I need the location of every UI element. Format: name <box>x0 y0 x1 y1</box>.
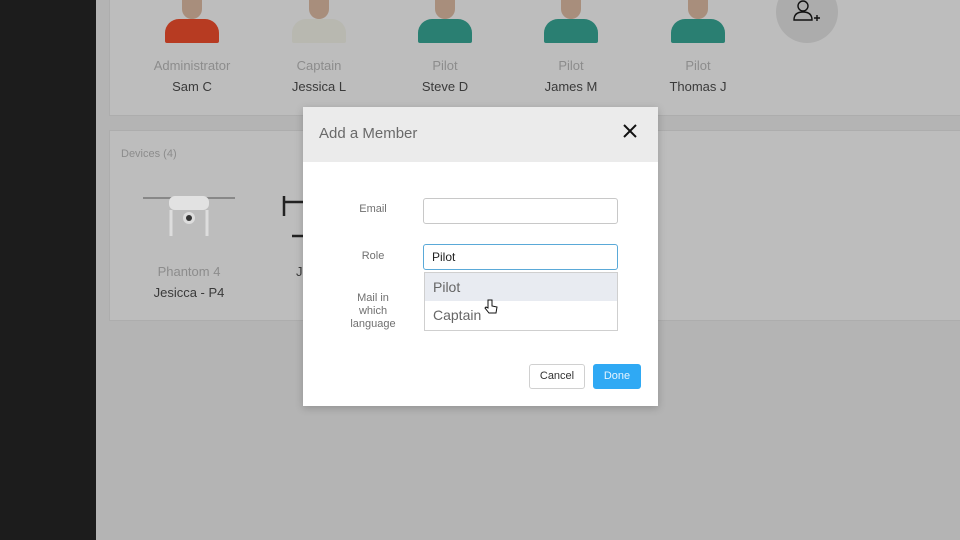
member-role: Pilot <box>685 58 711 73</box>
member-item[interactable]: Administrator Sam C <box>132 0 252 94</box>
devices-title: Devices (4) <box>121 148 177 160</box>
role-label: Role <box>361 250 385 262</box>
members-card: Administrator Sam C Captain Jessica L Pi… <box>109 0 960 116</box>
role-option-pilot[interactable]: Pilot <box>425 273 617 301</box>
add-member-dialog: Add a Member Email Role Pilot Mail in wh… <box>303 107 658 406</box>
role-option-captain[interactable]: Captain <box>425 301 617 329</box>
dialog-title: Add a Member <box>319 125 418 142</box>
add-member-button[interactable] <box>776 0 838 43</box>
language-label: Mail in which language <box>350 292 396 330</box>
member-item[interactable]: Pilot Thomas J <box>638 0 758 94</box>
avatar <box>542 0 600 43</box>
member-role: Captain <box>296 58 342 73</box>
cancel-button[interactable]: Cancel <box>529 364 585 389</box>
member-item[interactable]: Pilot James M <box>511 0 631 94</box>
member-item[interactable]: Captain Jessica L <box>259 0 379 94</box>
role-field[interactable]: Pilot <box>423 244 618 270</box>
avatar <box>163 0 221 43</box>
device-model: Phantom 4 <box>157 264 221 279</box>
member-role: Pilot <box>432 58 458 73</box>
done-button[interactable]: Done <box>593 364 641 389</box>
email-field[interactable] <box>423 198 618 224</box>
member-name: Thomas J <box>669 79 727 94</box>
dialog-header: Add a Member <box>303 107 658 162</box>
drone-image <box>141 186 237 246</box>
hand-cursor-icon <box>484 299 498 314</box>
close-icon[interactable] <box>620 121 640 141</box>
member-name: James M <box>544 79 598 94</box>
member-role: Pilot <box>558 58 584 73</box>
member-item[interactable]: Pilot Steve D <box>385 0 505 94</box>
user-plus-icon <box>793 0 820 21</box>
avatar <box>290 0 348 43</box>
device-name: Jesicca - P4 <box>153 285 225 300</box>
role-dropdown[interactable]: Pilot Captain <box>424 272 618 331</box>
member-role: Administrator <box>153 58 231 73</box>
device-item[interactable]: Phantom 4 Jesicca - P4 <box>129 186 249 300</box>
sidebar: s bines s es <box>0 0 96 540</box>
email-label: Email <box>359 203 387 215</box>
avatar <box>669 0 727 43</box>
member-name: Steve D <box>421 79 469 94</box>
member-name: Jessica L <box>291 79 347 94</box>
member-name: Sam C <box>172 79 212 94</box>
avatar <box>416 0 474 43</box>
